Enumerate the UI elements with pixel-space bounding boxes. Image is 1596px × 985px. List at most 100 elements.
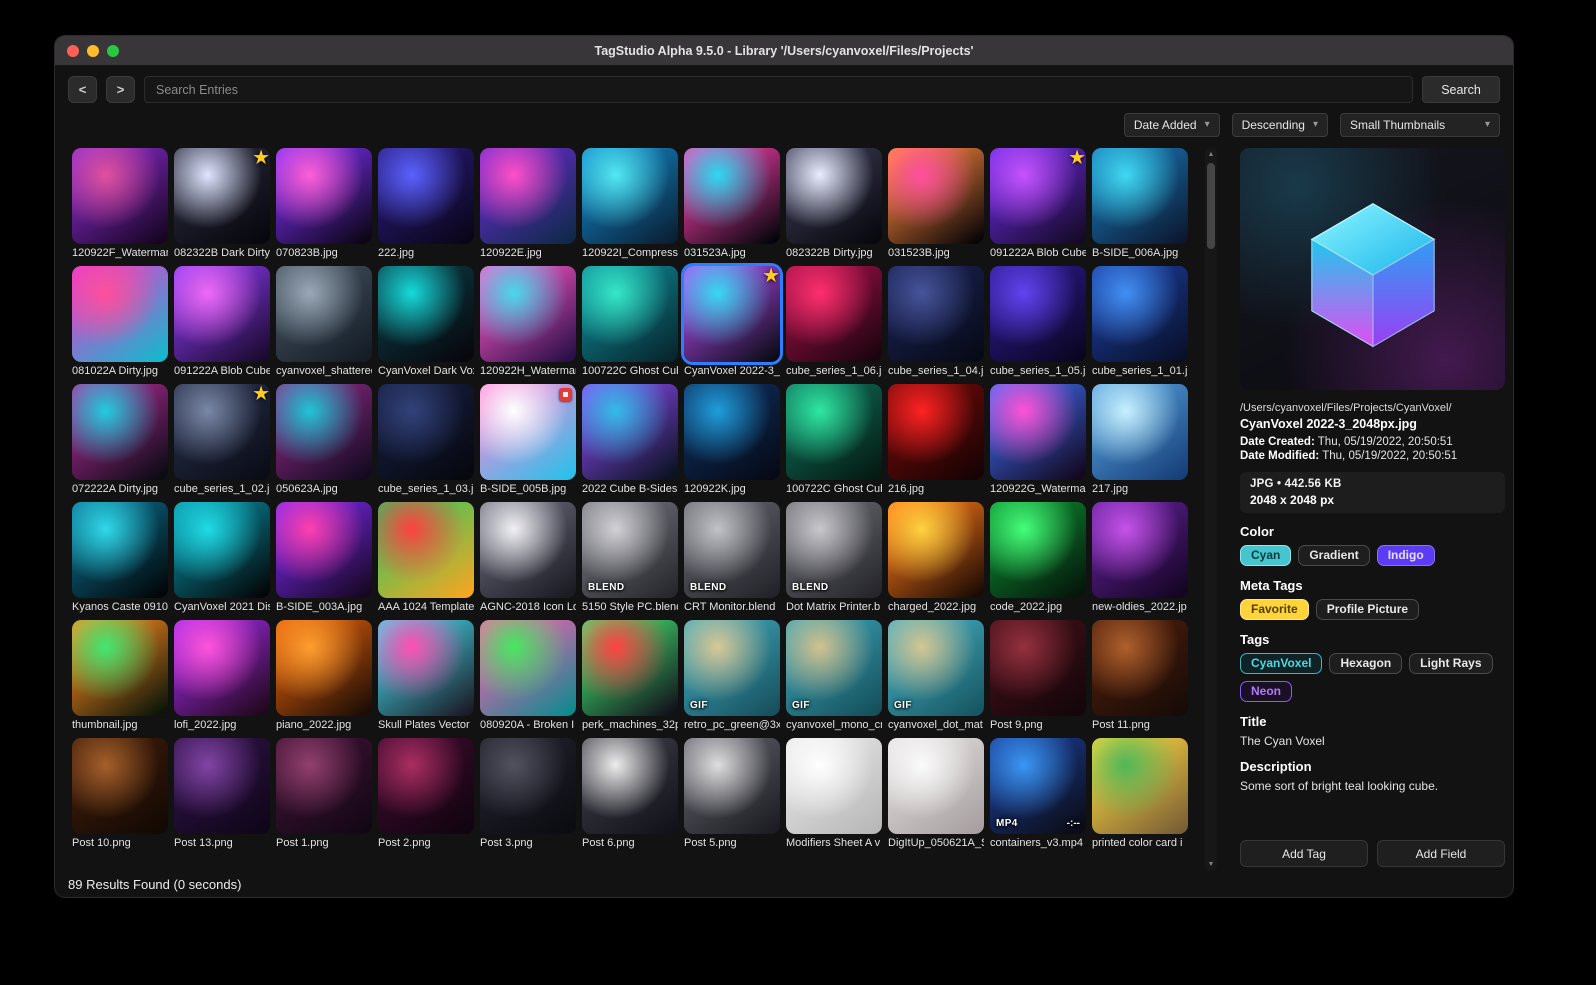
thumbnail[interactable]	[276, 738, 372, 834]
grid-item[interactable]: piano_2022.jpg	[276, 620, 372, 732]
thumbnail[interactable]	[480, 148, 576, 244]
thumbnail[interactable]: ★	[174, 384, 270, 480]
thumbnail[interactable]	[480, 384, 576, 480]
grid-item[interactable]: B-SIDE_005B.jpg	[480, 384, 576, 496]
thumbnail[interactable]	[888, 148, 984, 244]
grid-item[interactable]: DigItUp_050621A_S	[888, 738, 984, 850]
scrollbar-thumb[interactable]	[1207, 163, 1215, 249]
grid-item[interactable]: Post 2.png	[378, 738, 474, 850]
tag-pill-gradient[interactable]: Gradient	[1298, 545, 1370, 566]
tag-pill-favorite[interactable]: Favorite	[1240, 599, 1309, 620]
grid-item[interactable]: 031523A.jpg	[684, 148, 780, 260]
tag-pill-light-rays[interactable]: Light Rays	[1409, 653, 1493, 674]
tag-pill-cyanvoxel[interactable]: CyanVoxel	[1240, 653, 1323, 674]
grid-item[interactable]: 120922I_Compressed	[582, 148, 678, 260]
thumbnail[interactable]	[72, 384, 168, 480]
grid-item[interactable]: GIF cyanvoxel_mono_cr	[786, 620, 882, 732]
grid-item[interactable]: B-SIDE_006A.jpg	[1092, 148, 1188, 260]
thumbnail[interactable]: BLEND	[786, 502, 882, 598]
thumbnail[interactable]	[174, 738, 270, 834]
thumbnail[interactable]	[1092, 620, 1188, 716]
thumbnail[interactable]	[786, 384, 882, 480]
grid-item[interactable]: cube_series_1_05.j	[990, 266, 1086, 378]
grid-item[interactable]: CyanVoxel Dark Vox	[378, 266, 474, 378]
back-button[interactable]: <	[68, 76, 97, 103]
grid-item[interactable]: 120922E.jpg	[480, 148, 576, 260]
thumbnail[interactable]: GIF	[684, 620, 780, 716]
search-input[interactable]	[144, 76, 1413, 103]
thumbnail[interactable]	[378, 738, 474, 834]
grid-item[interactable]: cyanvoxel_shattered	[276, 266, 372, 378]
thumbnail[interactable]	[786, 266, 882, 362]
grid-item[interactable]: CyanVoxel 2021 Dis	[174, 502, 270, 614]
thumbnail[interactable]	[990, 384, 1086, 480]
close-window-button[interactable]	[67, 45, 79, 57]
thumbnail[interactable]	[378, 384, 474, 480]
thumbnail[interactable]	[174, 502, 270, 598]
thumbnail[interactable]	[174, 620, 270, 716]
grid-item[interactable]: ★ CyanVoxel 2022-3_	[684, 266, 780, 378]
thumbnail[interactable]	[72, 148, 168, 244]
grid-item[interactable]: GIF retro_pc_green@3x	[684, 620, 780, 732]
scroll-up-icon[interactable]: ▲	[1208, 148, 1215, 161]
thumbnail[interactable]	[72, 266, 168, 362]
thumbnail[interactable]	[276, 502, 372, 598]
grid-item[interactable]: AAA 1024 Template	[378, 502, 474, 614]
grid-item[interactable]: AGNC-2018 Icon Lo	[480, 502, 576, 614]
thumbnail[interactable]	[888, 738, 984, 834]
grid-item[interactable]: 080920A - Broken I	[480, 620, 576, 732]
grid-item[interactable]: cube_series_1_03.j	[378, 384, 474, 496]
thumbnail[interactable]: MP4 -:--	[990, 738, 1086, 834]
grid-item[interactable]: perk_machines_32p	[582, 620, 678, 732]
grid-item[interactable]: charged_2022.jpg	[888, 502, 984, 614]
grid-item[interactable]: BLEND 5150 Style PC.blend	[582, 502, 678, 614]
grid-item[interactable]: 120922K.jpg	[684, 384, 780, 496]
thumbnail[interactable]	[378, 502, 474, 598]
grid-item[interactable]: 100722C Ghost Cub	[786, 384, 882, 496]
grid-item[interactable]: thumbnail.jpg	[72, 620, 168, 732]
grid-item[interactable]: Modifiers Sheet A v	[786, 738, 882, 850]
thumbnail[interactable]	[888, 502, 984, 598]
thumbnail[interactable]	[582, 148, 678, 244]
add-field-button[interactable]: Add Field	[1377, 840, 1505, 867]
thumbnail[interactable]: GIF	[888, 620, 984, 716]
grid-item[interactable]: Post 9.png	[990, 620, 1086, 732]
grid-item[interactable]: ★ cube_series_1_02.j	[174, 384, 270, 496]
grid-item[interactable]: GIF cyanvoxel_dot_mat	[888, 620, 984, 732]
thumbnail[interactable]	[174, 266, 270, 362]
grid-item[interactable]: 100722C Ghost Cub	[582, 266, 678, 378]
grid-item[interactable]: new-oldies_2022.jp	[1092, 502, 1188, 614]
thumbnail[interactable]	[1092, 502, 1188, 598]
thumbnail[interactable]	[1092, 738, 1188, 834]
grid-item[interactable]: 031523B.jpg	[888, 148, 984, 260]
zoom-window-button[interactable]	[107, 45, 119, 57]
minimize-window-button[interactable]	[87, 45, 99, 57]
grid-item[interactable]: Post 13.png	[174, 738, 270, 850]
thumbnail[interactable]	[276, 384, 372, 480]
grid-item[interactable]: 081022A Dirty.jpg	[72, 266, 168, 378]
thumbnail[interactable]	[684, 738, 780, 834]
grid-item[interactable]: 070823B.jpg	[276, 148, 372, 260]
grid-item[interactable]: 082322B Dirty.jpg	[786, 148, 882, 260]
grid-item[interactable]: 072222A Dirty.jpg	[72, 384, 168, 496]
grid-item[interactable]: Kyanos Caste 0910	[72, 502, 168, 614]
thumbnail-selected[interactable]: ★	[684, 266, 780, 362]
grid-item[interactable]: 222.jpg	[378, 148, 474, 260]
grid-item[interactable]: code_2022.jpg	[990, 502, 1086, 614]
grid-item[interactable]: MP4 -:-- containers_v3.mp4	[990, 738, 1086, 850]
thumbnail[interactable]	[480, 738, 576, 834]
thumbnail[interactable]: ★	[990, 148, 1086, 244]
thumbnail[interactable]	[1092, 266, 1188, 362]
thumbnail[interactable]	[990, 266, 1086, 362]
thumbnail[interactable]	[990, 502, 1086, 598]
thumbnail[interactable]	[378, 148, 474, 244]
add-tag-button[interactable]: Add Tag	[1240, 840, 1368, 867]
thumbnail[interactable]	[888, 266, 984, 362]
grid-item[interactable]: lofi_2022.jpg	[174, 620, 270, 732]
grid-item[interactable]: cube_series_1_01.j	[1092, 266, 1188, 378]
grid-item[interactable]: Post 3.png	[480, 738, 576, 850]
search-button[interactable]: Search	[1422, 76, 1500, 103]
grid-item[interactable]: 120922F_Watermark	[72, 148, 168, 260]
grid-item[interactable]: cube_series_1_06.j	[786, 266, 882, 378]
tag-pill-indigo[interactable]: Indigo	[1376, 545, 1435, 566]
